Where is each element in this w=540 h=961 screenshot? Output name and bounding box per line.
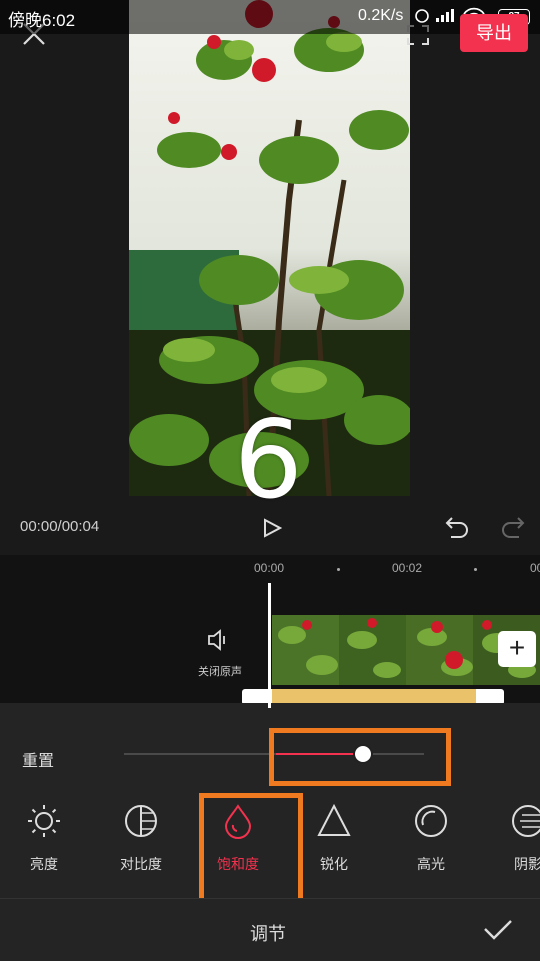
tool-label: 对比度 <box>120 856 162 872</box>
timeline: 00:00 00:02 00 关闭原声 <box>0 555 540 708</box>
add-clip-button[interactable]: + <box>498 631 536 667</box>
shadow-icon <box>512 805 540 837</box>
highlight-icon <box>415 805 447 837</box>
ruler-dot <box>337 568 340 571</box>
tool-brightness[interactable]: 亮度 <box>4 803 84 874</box>
checkmark-icon[interactable] <box>482 913 514 950</box>
tool-contrast[interactable]: 对比度 <box>101 803 181 874</box>
export-button[interactable]: 导出 <box>460 14 528 52</box>
status-time: 傍晚6:02 <box>8 11 76 30</box>
video-preview-area: 00:00/00:04 6 <box>0 0 540 555</box>
undo-icon[interactable] <box>444 514 470 543</box>
speaker-icon[interactable] <box>206 629 232 656</box>
tool-shadow[interactable]: 阴影 <box>488 803 540 874</box>
ruler-label: 00 <box>530 561 540 575</box>
timecode: 00:00/00:04 <box>20 518 100 535</box>
tool-label: 高光 <box>417 856 445 872</box>
mute-original-sound-label[interactable]: 关闭原声 <box>198 663 242 679</box>
step-number-overlay: 6 <box>234 398 303 523</box>
panel-title: 调节 <box>250 924 286 944</box>
sun-icon <box>28 805 60 837</box>
tool-label: 阴影 <box>514 856 540 872</box>
ruler-label: 00:02 <box>392 561 423 575</box>
bottom-bar: 调节 <box>0 898 540 961</box>
contrast-icon <box>125 805 157 837</box>
triangle-icon <box>317 803 351 836</box>
playhead[interactable] <box>268 583 271 708</box>
reset-button[interactable]: 重置 <box>22 747 54 771</box>
tool-label: 锐化 <box>320 856 348 872</box>
ruler-label: 00:00 <box>254 561 285 575</box>
redo-icon[interactable] <box>500 514 526 543</box>
tool-sharpen[interactable]: 锐化 <box>294 803 374 874</box>
ruler-dot <box>474 568 477 571</box>
network-speed: 0.2K/s <box>358 7 404 24</box>
tool-highlight[interactable]: 高光 <box>391 803 471 874</box>
status-bar: 傍晚6:02 0.2K/s 87 <box>0 0 540 34</box>
slider-highlight-box <box>269 728 451 786</box>
tool-label: 亮度 <box>30 856 58 872</box>
